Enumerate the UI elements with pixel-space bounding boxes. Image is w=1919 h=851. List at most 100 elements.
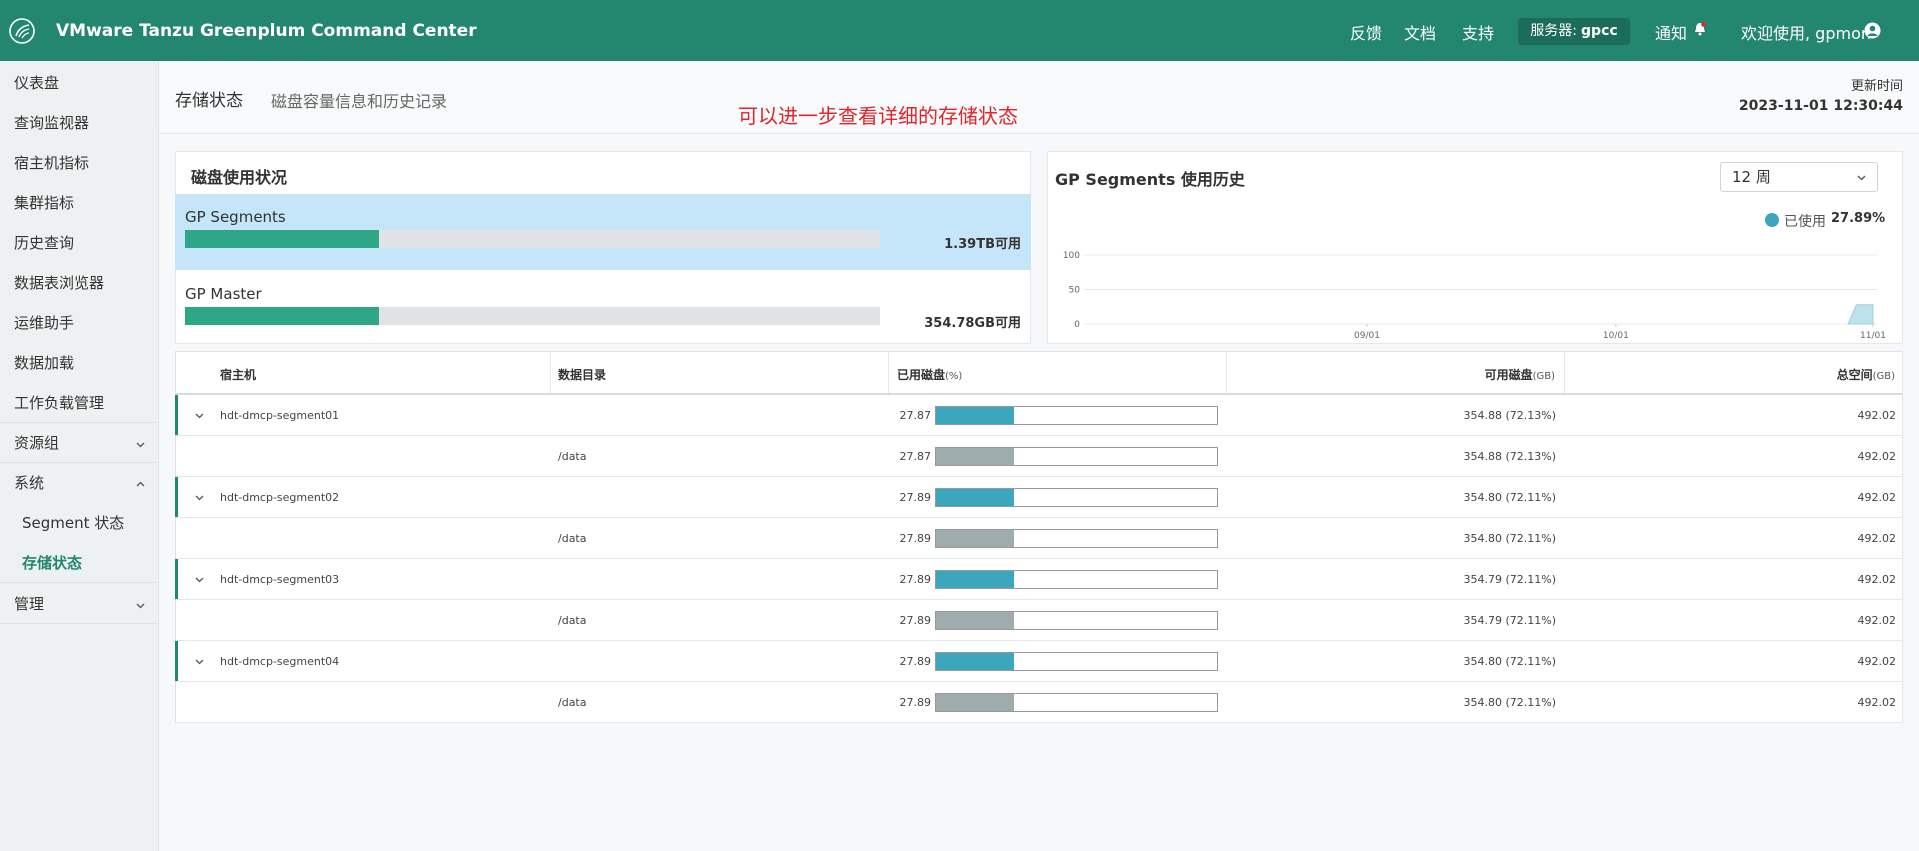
header-divider <box>176 393 1902 395</box>
chevron-up-icon[interactable] <box>136 480 145 489</box>
usage-available: 1.39TB可用 <box>944 237 1021 252</box>
legend-label: 已使用 <box>1784 214 1826 230</box>
available-disk: 354.88 (72.13%) <box>1463 450 1556 463</box>
sidebar-divider <box>0 582 158 583</box>
total-space: 492.02 <box>1857 450 1897 463</box>
row-divider <box>176 517 1902 518</box>
nav-feedback[interactable]: 反馈 <box>1350 20 1382 44</box>
th-total-unit: (GB) <box>1872 371 1895 382</box>
usage-name: GP Segments <box>185 208 286 226</box>
sidebar-item-table-browser[interactable]: 数据表浏览器 <box>14 272 104 293</box>
usage-fill <box>185 230 379 248</box>
total-space: 492.02 <box>1857 573 1897 586</box>
total-space: 492.02 <box>1857 532 1897 545</box>
bell-icon[interactable] <box>1694 22 1706 36</box>
th-total-space[interactable]: 总空间(GB) <box>1837 366 1895 383</box>
x-tick-label: 11/01 <box>1860 331 1886 341</box>
used-bar-fill <box>936 448 1015 465</box>
used-percent: 27.89 <box>899 491 932 504</box>
used-bar <box>935 447 1218 466</box>
chevron-down-icon[interactable] <box>195 657 204 666</box>
row-accent <box>175 395 178 435</box>
greenplum-logo-icon[interactable] <box>9 18 35 44</box>
y-tick-label: 50 <box>1069 286 1081 296</box>
sidebar-item-dashboard[interactable]: 仪表盘 <box>14 72 59 93</box>
available-disk: 354.80 (72.11%) <box>1463 532 1556 545</box>
disk-usage-row-segments[interactable]: GP Segments 1.39TB可用 <box>175 194 1031 270</box>
data-dir: /data <box>558 450 587 463</box>
nav-docs[interactable]: 文档 <box>1404 20 1436 44</box>
row-accent <box>175 559 178 599</box>
sidebar-item-ops-assistant[interactable]: 运维助手 <box>14 312 74 333</box>
sidebar-item-query-monitor[interactable]: 查询监视器 <box>14 112 89 133</box>
used-percent: 27.87 <box>899 450 932 463</box>
chevron-down-icon[interactable] <box>136 440 145 449</box>
used-percent: 27.87 <box>899 409 932 422</box>
used-percent: 27.89 <box>899 532 932 545</box>
used-bar-fill <box>936 571 1015 588</box>
sidebar-divider <box>0 462 158 463</box>
th-used-label: 已用磁盘 <box>897 368 946 382</box>
disk-usage-row-master[interactable]: GP Master 354.78GB可用 <box>175 271 1031 341</box>
total-space: 492.02 <box>1857 409 1897 422</box>
total-space: 492.02 <box>1857 614 1897 627</box>
sidebar-item-cluster-metrics[interactable]: 集群指标 <box>14 192 74 213</box>
total-space: 492.02 <box>1857 696 1897 709</box>
chevron-down-icon[interactable] <box>195 575 204 584</box>
server-selector[interactable]: 服务器: gpcc <box>1518 18 1630 45</box>
used-percent: 27.89 <box>899 573 932 586</box>
sidebar-item-query-history[interactable]: 历史查询 <box>14 232 74 253</box>
range-select[interactable]: 12 周 <box>1720 162 1878 192</box>
sidebar-item-segment-status[interactable]: Segment 状态 <box>22 512 124 533</box>
used-bar-fill <box>936 612 1015 629</box>
chevron-down-icon[interactable] <box>195 411 204 420</box>
annotation-note: 可以进一步查看详细的存储状态 <box>738 104 1018 128</box>
data-dir: /data <box>558 696 587 709</box>
used-bar <box>935 652 1218 671</box>
used-bar-fill <box>936 489 1015 506</box>
welcome-user[interactable]: 欢迎使用, gpmon <box>1741 20 1871 44</box>
sidebar-item-admin[interactable]: 管理 <box>14 593 44 614</box>
total-space: 492.02 <box>1857 491 1897 504</box>
sidebar-item-system[interactable]: 系统 <box>14 472 44 493</box>
user-icon[interactable] <box>1864 22 1881 39</box>
sidebar-divider <box>0 422 158 423</box>
chevron-down-icon[interactable] <box>136 601 145 610</box>
used-bar <box>935 488 1218 507</box>
th-avail-label: 可用磁盘 <box>1484 368 1533 382</box>
used-bar <box>935 406 1218 425</box>
th-data-dir[interactable]: 数据目录 <box>558 366 606 383</box>
used-percent: 27.89 <box>899 655 932 668</box>
host-name[interactable]: hdt-dmcp-segment04 <box>220 655 339 668</box>
th-used-disk[interactable]: 已用磁盘(%) <box>897 366 962 383</box>
x-tick-label: 10/01 <box>1603 331 1629 341</box>
row-accent <box>175 641 178 681</box>
available-disk: 354.88 (72.13%) <box>1463 409 1556 422</box>
host-name[interactable]: hdt-dmcp-segment03 <box>220 573 339 586</box>
th-available-disk[interactable]: 可用磁盘(GB) <box>1485 366 1555 383</box>
sidebar-item-workload-mgmt[interactable]: 工作负载管理 <box>14 392 104 413</box>
sidebar-item-host-metrics[interactable]: 宿主机指标 <box>14 152 89 173</box>
th-used-unit: (%) <box>945 371 963 382</box>
sidebar-item-data-loading[interactable]: 数据加载 <box>14 352 74 373</box>
sidebar-item-storage-status[interactable]: 存储状态 <box>22 552 82 573</box>
legend-value: 27.89% <box>1831 211 1886 226</box>
update-time-value: 2023-11-01 12:30:44 <box>1738 98 1903 114</box>
usage-bar <box>185 230 880 248</box>
chevron-down-icon[interactable] <box>195 493 204 502</box>
host-name[interactable]: hdt-dmcp-segment01 <box>220 409 339 422</box>
row-divider <box>176 681 1902 682</box>
notifications-link[interactable]: 通知 <box>1655 20 1687 44</box>
series-area <box>1847 304 1874 325</box>
host-name[interactable]: hdt-dmcp-segment02 <box>220 491 339 504</box>
range-select-value: 12 周 <box>1732 168 1771 186</box>
sidebar-item-resource-groups[interactable]: 资源组 <box>14 432 59 453</box>
column-divider <box>888 352 889 394</box>
nav-support[interactable]: 支持 <box>1462 20 1494 44</box>
server-label: 服务器: <box>1530 23 1578 39</box>
used-bar-fill <box>936 530 1015 547</box>
app-title[interactable]: VMware Tanzu Greenplum Command Center <box>56 21 477 41</box>
th-host[interactable]: 宿主机 <box>220 366 256 383</box>
update-time-label: 更新时间 <box>1850 79 1903 94</box>
available-disk: 354.80 (72.11%) <box>1463 491 1556 504</box>
